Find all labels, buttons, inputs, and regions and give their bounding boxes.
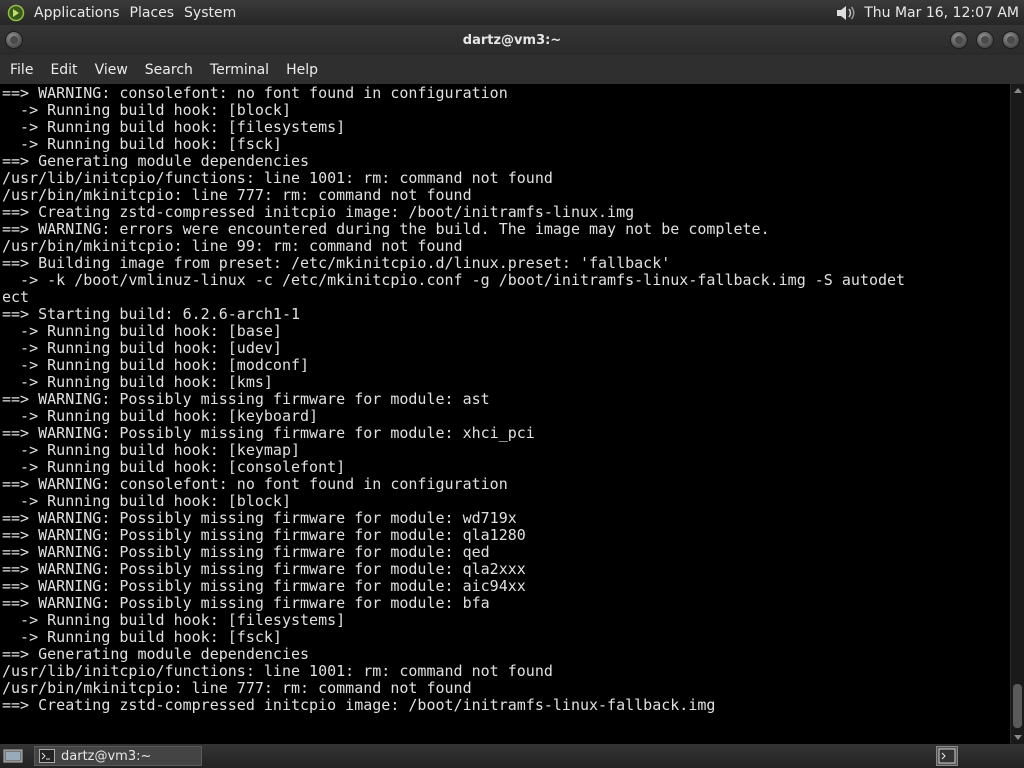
show-desktop-icon[interactable]	[3, 747, 23, 765]
terminal-output[interactable]: ==> WARNING: consolefont: no font found …	[0, 84, 1010, 744]
terminal-line: ==> WARNING: Possibly missing firmware f…	[2, 543, 490, 561]
terminal-line: -> -k /boot/vmlinuz-linux -c /etc/mkinit…	[2, 271, 906, 289]
terminal-line: -> Running build hook: [block]	[2, 492, 291, 510]
scroll-down-arrow-icon[interactable]	[1014, 735, 1022, 740]
close-button[interactable]	[1002, 31, 1020, 49]
terminal-line: -> Running build hook: [block]	[2, 101, 291, 119]
terminal-line: ==> WARNING: Possibly missing firmware f…	[2, 509, 517, 527]
terminal-line: ==> Generating module dependencies	[2, 645, 310, 663]
terminal-line: ==> Generating module dependencies	[2, 152, 310, 170]
menu-edit[interactable]: Edit	[43, 62, 84, 78]
terminal-line: -> Running build hook: [base]	[2, 322, 282, 340]
maximize-button[interactable]	[976, 31, 994, 49]
menu-file[interactable]: File	[3, 62, 40, 78]
system-menu[interactable]: System	[179, 5, 241, 21]
terminal-line: ==> WARNING: Possibly missing firmware f…	[2, 594, 490, 612]
places-menu[interactable]: Places	[125, 5, 180, 21]
terminal-line: -> Running build hook: [filesystems]	[2, 118, 346, 136]
terminal-line: -> Running build hook: [keymap]	[2, 441, 301, 459]
terminal-line: -> Running build hook: [modconf]	[2, 356, 310, 374]
terminal-line: ==> WARNING: Possibly missing firmware f…	[2, 577, 526, 595]
terminal-line: -> Running build hook: [fsck]	[2, 135, 282, 153]
terminal-line: ==> WARNING: Possibly missing firmware f…	[2, 424, 535, 442]
terminal-line: ==> WARNING: errors were encountered dur…	[2, 220, 770, 238]
terminal-menubar: File Edit View Search Terminal Help	[0, 55, 1024, 84]
window-menu-button[interactable]	[5, 31, 23, 49]
menu-help[interactable]: Help	[279, 62, 325, 78]
top-panel: Applications Places System Thu Mar 16, 1…	[0, 0, 1024, 25]
terminal-line: ect	[2, 288, 30, 306]
terminal-line: -> Running build hook: [fsck]	[2, 628, 282, 646]
applications-menu[interactable]: Applications	[29, 5, 125, 21]
window-titlebar[interactable]: dartz@vm3:~	[0, 25, 1024, 55]
terminal-line: /usr/bin/mkinitcpio: line 99: rm: comman…	[2, 237, 463, 255]
taskbar-terminal-label: dartz@vm3:~	[61, 748, 152, 764]
terminal-icon	[39, 749, 55, 763]
terminal-line: ==> Creating zstd-compressed initcpio im…	[2, 203, 635, 221]
panel-tray: Thu Mar 16, 12:07 AM	[834, 0, 1019, 25]
scrollbar-thumb[interactable]	[1013, 684, 1022, 728]
terminal-line: -> Running build hook: [filesystems]	[2, 611, 346, 629]
bottom-panel: dartz@vm3:~	[0, 744, 1024, 768]
taskbar-terminal-button[interactable]: dartz@vm3:~	[34, 746, 202, 766]
terminal-line: ==> WARNING: Possibly missing firmware f…	[2, 560, 526, 578]
scroll-up-arrow-icon[interactable]	[1014, 88, 1022, 93]
menu-view[interactable]: View	[88, 62, 135, 78]
terminal-line: ==> Starting build: 6.2.6-arch1-1	[2, 305, 301, 323]
terminal-line: -> Running build hook: [kms]	[2, 373, 273, 391]
terminal-line: /usr/lib/initcpio/functions: line 1001: …	[2, 169, 553, 187]
terminal-line: ==> WARNING: consolefont: no font found …	[2, 84, 508, 102]
window-title: dartz@vm3:~	[462, 32, 562, 48]
terminal-line: ==> WARNING: Possibly missing firmware f…	[2, 526, 526, 544]
terminal-line: -> Running build hook: [consolefont]	[2, 458, 346, 476]
terminal-line: ==> Building image from preset: /etc/mki…	[2, 254, 671, 272]
terminal-line: ==> Creating zstd-compressed initcpio im…	[2, 696, 716, 714]
terminal-line: /usr/bin/mkinitcpio: line 777: rm: comma…	[2, 679, 472, 697]
terminal-line: -> Running build hook: [keyboard]	[2, 407, 319, 425]
volume-icon[interactable]	[834, 3, 858, 23]
terminal-line: ==> WARNING: Possibly missing firmware f…	[2, 390, 490, 408]
menu-search[interactable]: Search	[138, 62, 200, 78]
terminal-line: /usr/bin/mkinitcpio: line 777: rm: comma…	[2, 186, 472, 204]
menu-terminal[interactable]: Terminal	[203, 62, 276, 78]
terminal-line: ==> WARNING: consolefont: no font found …	[2, 475, 508, 493]
clock[interactable]: Thu Mar 16, 12:07 AM	[864, 5, 1019, 21]
workspace-switcher-icon[interactable]	[936, 746, 958, 766]
gnome-foot-icon[interactable]	[7, 4, 25, 22]
terminal-line: -> Running build hook: [udev]	[2, 339, 282, 357]
terminal-scrollbar[interactable]	[1010, 84, 1024, 744]
terminal-line: /usr/lib/initcpio/functions: line 1001: …	[2, 662, 553, 680]
minimize-button[interactable]	[950, 31, 968, 49]
